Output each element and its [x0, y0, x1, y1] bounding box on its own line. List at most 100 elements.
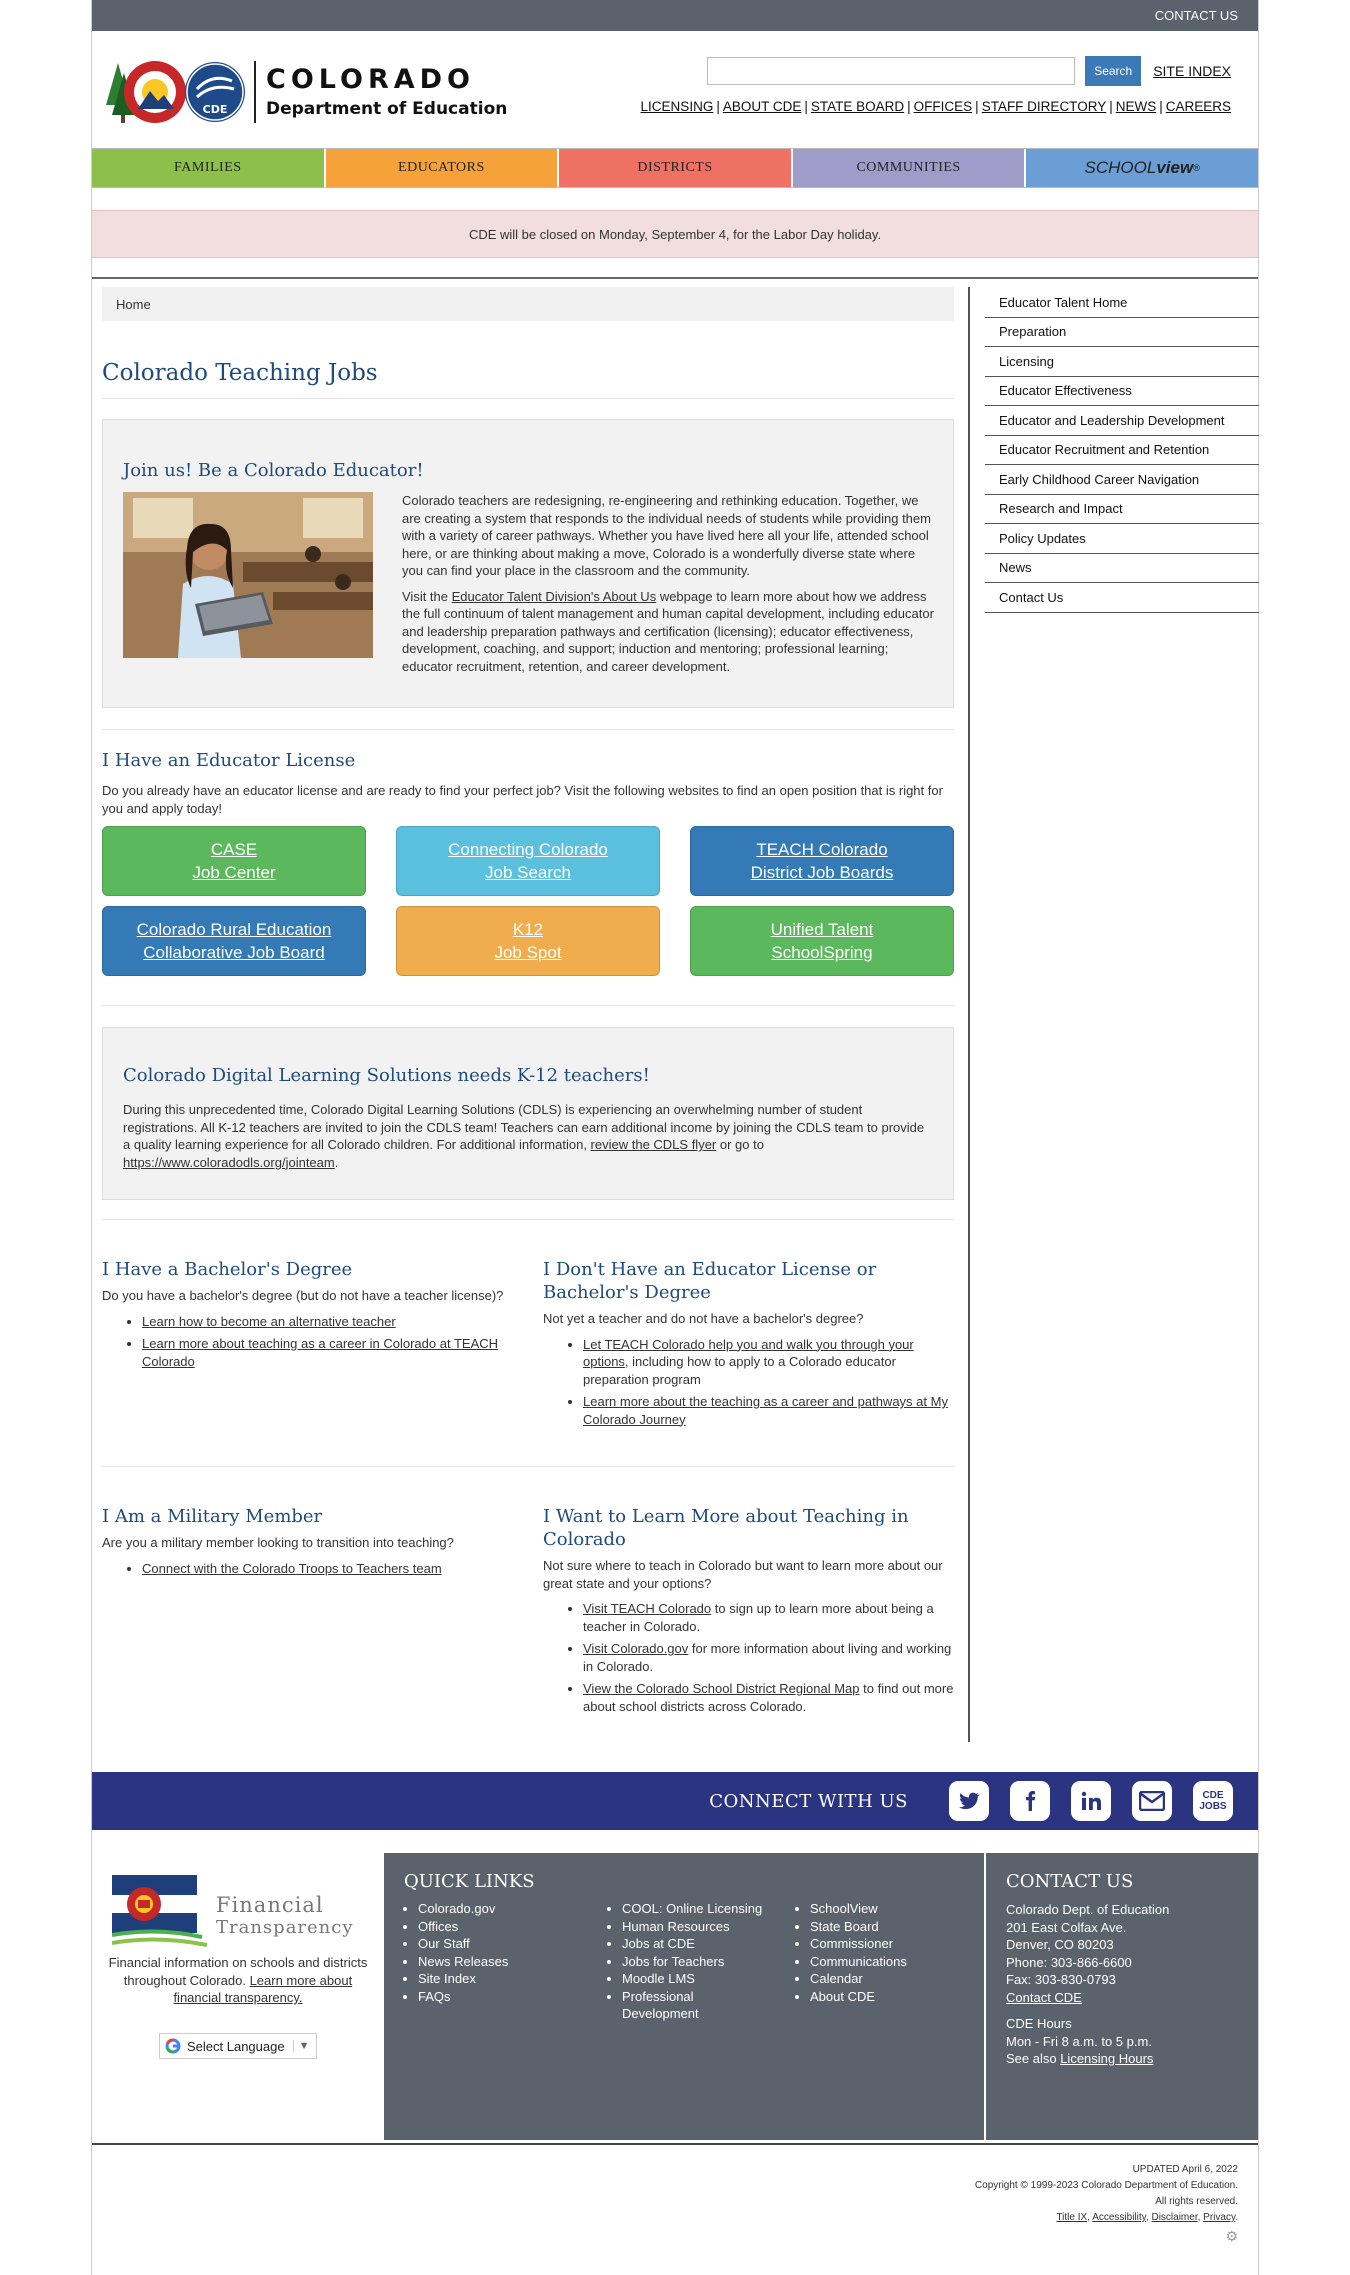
breadcrumb-home[interactable]: Home: [116, 297, 151, 312]
cdls-title: Colorado Digital Learning Solutions need…: [123, 1065, 650, 1086]
quick-link[interactable]: FAQs: [418, 1988, 584, 2006]
language-select[interactable]: Select Language ▼: [159, 2033, 317, 2059]
sidebar-item-leadership-development[interactable]: Educator and Leadership Development: [985, 406, 1259, 436]
quick-link[interactable]: COOL: Online Licensing: [622, 1900, 768, 1918]
sidebar-item-contact[interactable]: Contact Us: [985, 583, 1259, 613]
button-line1: Connecting Colorado: [448, 840, 608, 859]
quick-link[interactable]: Colorado.gov: [418, 1900, 584, 1918]
quick-link[interactable]: About CDE: [810, 1988, 936, 2006]
connecting-colorado-button[interactable]: Connecting Colorado Job Search: [396, 826, 660, 896]
alternative-teacher-link[interactable]: Learn how to become an alternative teach…: [142, 1314, 396, 1329]
quick-link[interactable]: Communications: [810, 1953, 936, 1971]
licensing-hours-link[interactable]: Licensing Hours: [1060, 2051, 1153, 2066]
cdls-jointeam-link[interactable]: https://www.coloradodls.org/jointeam: [123, 1155, 335, 1170]
accessibility-link[interactable]: Accessibility: [1092, 2212, 1146, 2223]
case-job-center-button[interactable]: CASE Job Center: [102, 826, 366, 896]
contact-cde-link[interactable]: Contact CDE: [1006, 1990, 1082, 2005]
quick-link[interactable]: Calendar: [810, 1970, 936, 1988]
contact-hours: CDE Hours Mon - Fri 8 a.m. to 5 p.m. See…: [1006, 2015, 1224, 2068]
quick-link[interactable]: Jobs at CDE: [622, 1935, 768, 1953]
sidebar-item-educator-talent-home[interactable]: Educator Talent Home: [985, 288, 1259, 318]
sidebar-nav: Educator Talent Home Preparation Licensi…: [985, 288, 1259, 613]
regional-map-link[interactable]: View the Colorado School District Region…: [583, 1681, 860, 1696]
utility-link-about[interactable]: ABOUT CDE: [723, 99, 802, 114]
troops-to-teachers-link[interactable]: Connect with the Colorado Troops to Teac…: [142, 1561, 442, 1576]
license-title: I Have an Educator License: [102, 750, 356, 771]
site-index-link[interactable]: SITE INDEX: [1153, 63, 1231, 79]
quick-link[interactable]: SchoolView: [810, 1900, 936, 1918]
list-item: Visit Colorado.gov for more information …: [583, 1640, 954, 1675]
visit-teach-colorado-link[interactable]: Visit TEACH Colorado: [583, 1601, 711, 1616]
sidebar-item-preparation[interactable]: Preparation: [985, 318, 1259, 347]
quick-link[interactable]: Offices: [418, 1918, 584, 1936]
twitter-icon[interactable]: [949, 1781, 989, 1821]
quick-link[interactable]: Jobs for Teachers: [622, 1953, 768, 1971]
email-icon[interactable]: [1132, 1781, 1172, 1821]
quick-link[interactable]: Professional Development: [622, 1988, 732, 2023]
sidebar-item-licensing[interactable]: Licensing: [985, 347, 1259, 377]
quick-link[interactable]: Commissioner: [810, 1935, 936, 1953]
logo-badge-text: CDE: [203, 103, 228, 116]
updated-date: UPDATED April 6, 2022: [1132, 2164, 1238, 2175]
quick-link[interactable]: Site Index: [418, 1970, 584, 1988]
nav-schoolview[interactable]: SCHOOL view ®: [1026, 149, 1258, 187]
nav-districts[interactable]: DISTRICTS: [559, 149, 793, 187]
cde-logo[interactable]: CDE COLORADO Department of Education: [100, 59, 507, 125]
quick-link[interactable]: State Board: [810, 1918, 936, 1936]
disclaimer-link[interactable]: Disclaimer: [1151, 2212, 1197, 2223]
connect-label: CONNECT WITH US: [709, 1790, 908, 1812]
quick-link[interactable]: Moodle LMS: [622, 1970, 768, 1988]
no-license-links: Let TEACH Colorado help you and walk you…: [583, 1336, 954, 1429]
rural-education-button[interactable]: Colorado Rural Education Collaborative Jo…: [102, 906, 366, 976]
teacher-photo: [123, 492, 373, 658]
search-input[interactable]: [707, 57, 1076, 85]
cde-jobs-line1: CDE: [1202, 1790, 1224, 1801]
privacy-link[interactable]: Privacy: [1203, 2212, 1235, 2223]
facebook-icon[interactable]: [1010, 1781, 1050, 1821]
cdls-text-mid: or go to: [716, 1137, 764, 1152]
sidebar-item-research[interactable]: Research and Impact: [985, 495, 1259, 524]
quick-link[interactable]: Our Staff: [418, 1935, 584, 1953]
list-item: Learn more about teaching as a career in…: [142, 1335, 512, 1370]
k12-job-spot-button[interactable]: K12 Job Spot: [396, 906, 660, 976]
title-ix-link[interactable]: Title IX: [1056, 2212, 1087, 2223]
colorado-logo-mark: CDE: [100, 59, 250, 125]
my-colorado-journey-link[interactable]: Learn more about the teaching as a caree…: [583, 1394, 948, 1427]
copyright-text: Copyright © 1999-2023 Colorado Departmen…: [974, 2180, 1238, 2191]
quick-link[interactable]: News Releases: [418, 1953, 584, 1971]
utility-link-state-board[interactable]: STATE BOARD: [811, 99, 904, 114]
cde-jobs-icon[interactable]: CDE JOBS: [1193, 1781, 1233, 1821]
sidebar-item-policy-updates[interactable]: Policy Updates: [985, 524, 1259, 554]
rights-text: All rights reserved.: [1155, 2196, 1238, 2207]
nav-communities[interactable]: COMMUNITIES: [792, 149, 1027, 187]
about-us-link[interactable]: Educator Talent Division's About Us: [452, 589, 657, 604]
schoolspring-button[interactable]: Unified Talent SchoolSpring: [690, 906, 954, 976]
utility-link-staff-directory[interactable]: STAFF DIRECTORY: [982, 99, 1107, 114]
chevron-down-icon: ▼: [292, 2040, 309, 2052]
teach-colorado-career-link[interactable]: Learn more about teaching as a career in…: [142, 1336, 498, 1369]
top-contact-link[interactable]: CONTACT US: [1155, 8, 1238, 23]
join-paragraph-1: Colorado teachers are redesigning, re-en…: [402, 493, 931, 578]
sidebar-item-effectiveness[interactable]: Educator Effectiveness: [985, 377, 1259, 406]
quick-link[interactable]: Human Resources: [622, 1918, 768, 1936]
utility-link-licensing[interactable]: LICENSING: [641, 99, 714, 114]
linkedin-icon[interactable]: [1071, 1781, 1111, 1821]
financial-transparency-logo[interactable]: Financial Transparency: [111, 1875, 354, 1956]
utility-link-news[interactable]: NEWS: [1116, 99, 1157, 114]
bachelor-links: Learn how to become an alternative teach…: [142, 1313, 512, 1371]
nav-educators[interactable]: EDUCATORS: [325, 149, 560, 187]
utility-link-careers[interactable]: CAREERS: [1166, 99, 1231, 114]
search-button[interactable]: Search: [1085, 56, 1142, 86]
schoolview-mark: ®: [1193, 163, 1200, 173]
sidebar-item-recruitment[interactable]: Educator Recruitment and Retention: [985, 436, 1259, 465]
sidebar-item-news[interactable]: News: [985, 554, 1259, 583]
utility-link-offices[interactable]: OFFICES: [914, 99, 973, 114]
visit-colorado-gov-link[interactable]: Visit Colorado.gov: [583, 1641, 688, 1656]
button-line1: CASE: [210, 840, 258, 859]
teach-colorado-button[interactable]: TEACH Colorado District Job Boards: [690, 826, 954, 896]
military-section: I Am a Military Member Are you a militar…: [102, 1505, 512, 1582]
schoolview-part2: view: [1156, 158, 1194, 177]
cdls-flyer-link[interactable]: review the CDLS flyer: [591, 1137, 717, 1152]
sidebar-item-early-childhood[interactable]: Early Childhood Career Navigation: [985, 465, 1259, 495]
nav-families[interactable]: FAMILIES: [92, 149, 326, 187]
